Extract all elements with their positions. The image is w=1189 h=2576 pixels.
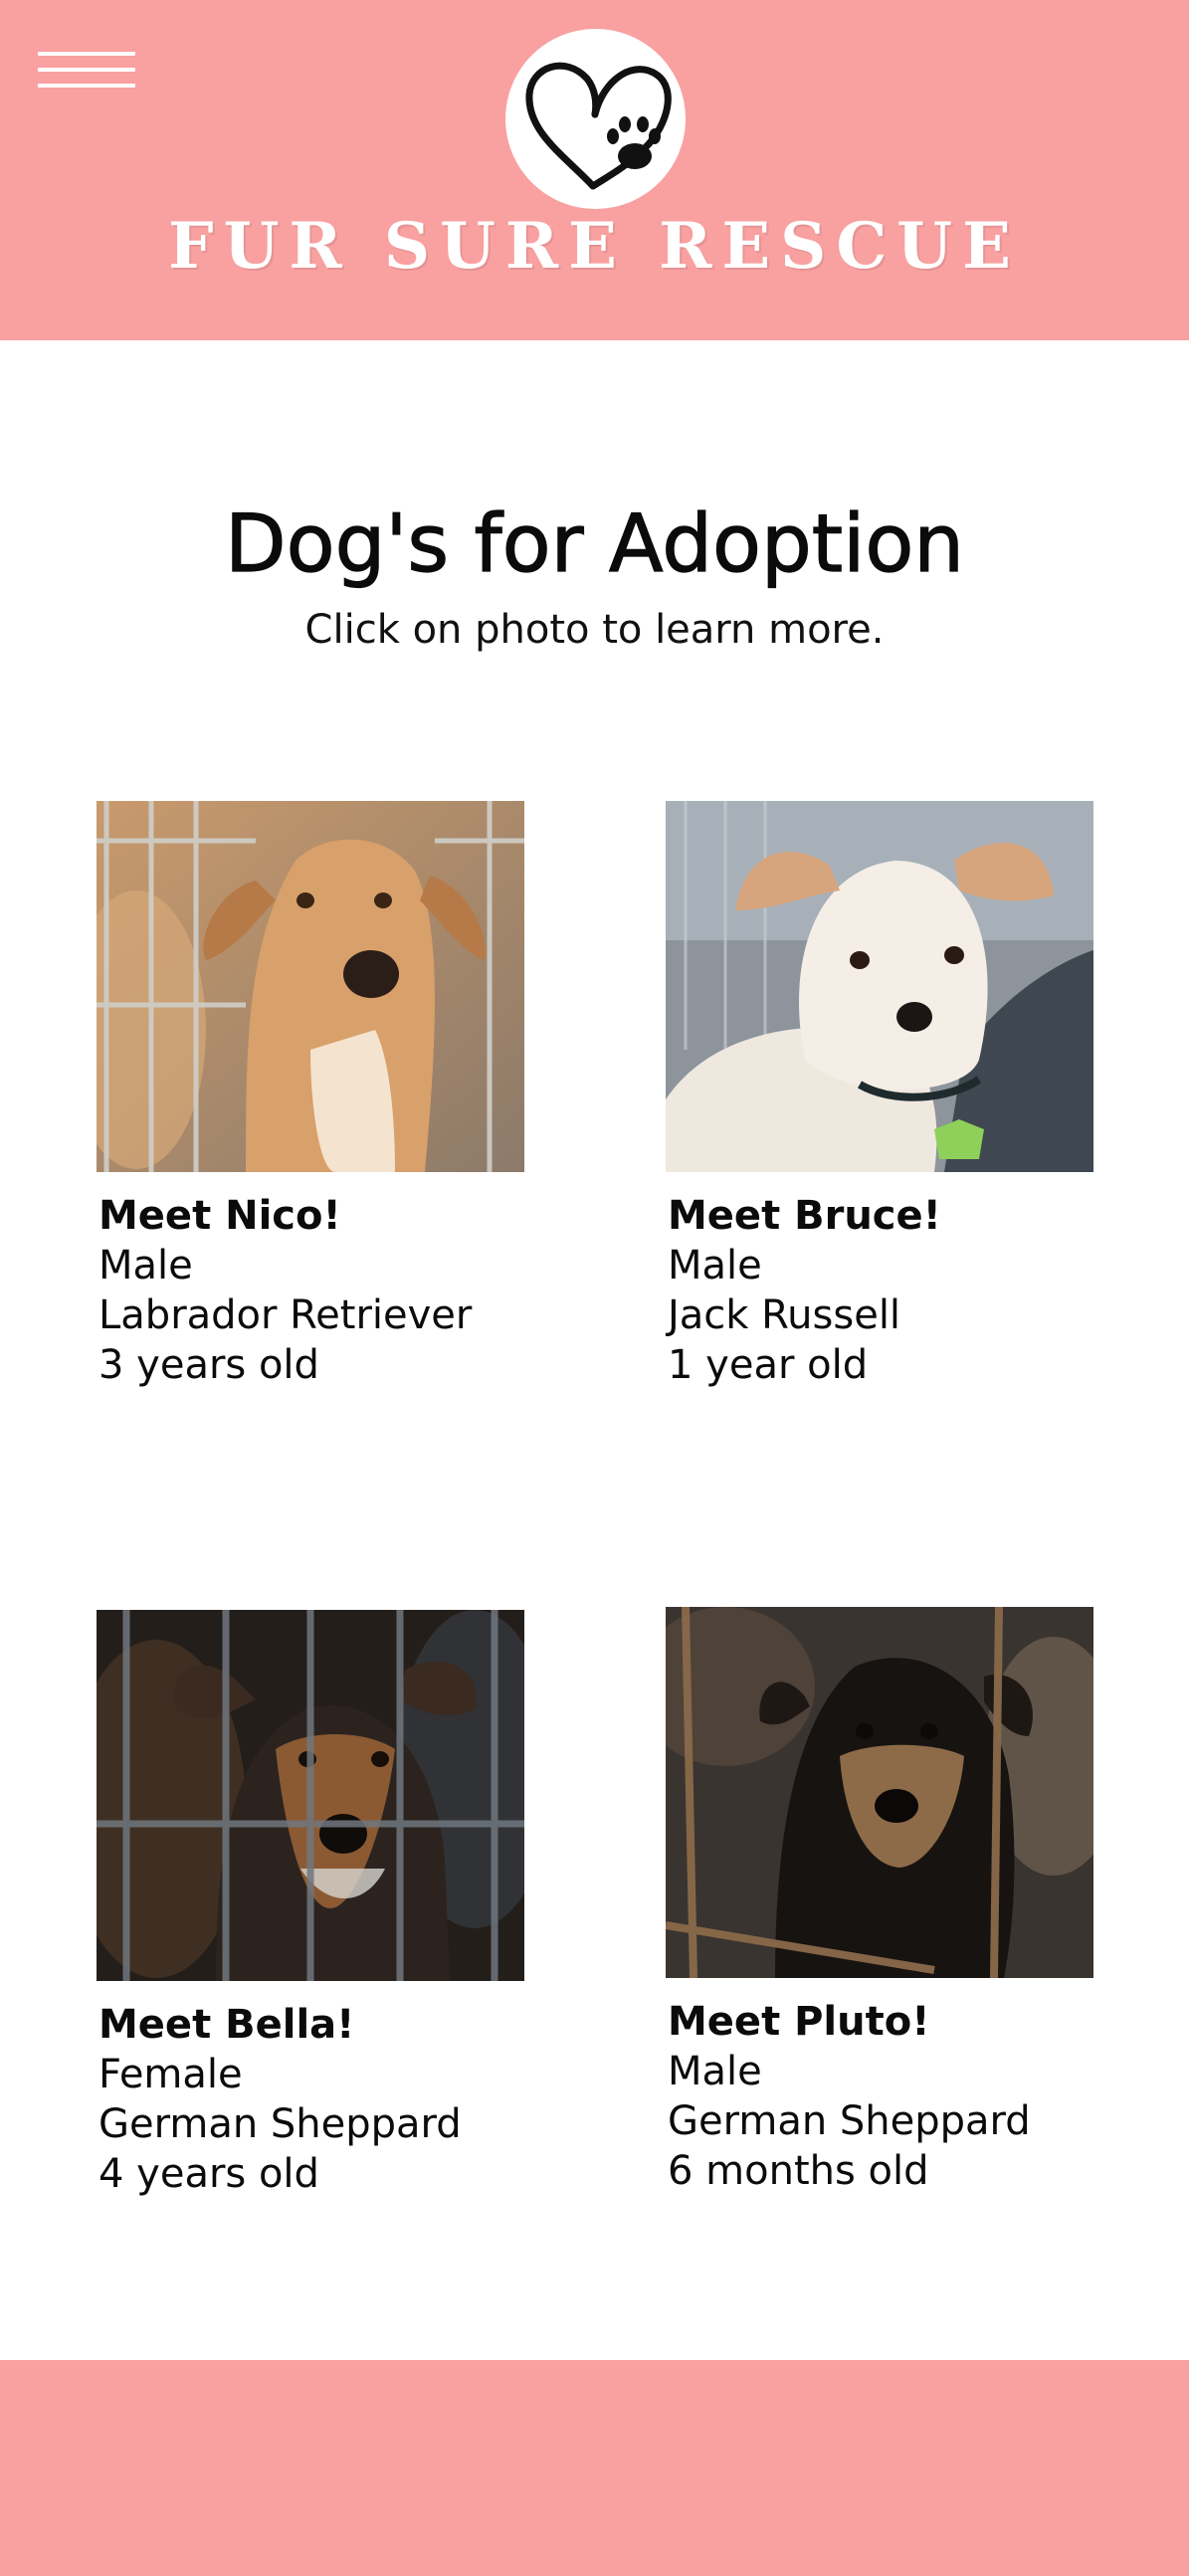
dog-age: 6 months old (668, 2148, 929, 2194)
dog-info-nico: Meet Nico! Male Labrador Retriever 3 yea… (99, 1191, 472, 1390)
dog-card-nico: Meet Nico! Male Labrador Retriever 3 yea… (97, 801, 524, 1398)
page-title: Dog's for Adoption (224, 496, 964, 590)
dog-photo-bruce[interactable] (666, 801, 1093, 1172)
dog-photo-pluto[interactable] (666, 1607, 1093, 1978)
dog-age: 4 years old (99, 2151, 319, 2197)
dog-sex: Male (668, 1243, 762, 1288)
dog-name: Meet Nico! (99, 1193, 341, 1239)
dog-breed: German Sheppard (668, 2098, 1031, 2144)
dog-breed: Jack Russell (668, 1292, 901, 1338)
dog-sex: Male (99, 1243, 193, 1288)
dog-sex: Male (668, 2049, 762, 2094)
dog-name: Meet Bella! (99, 2002, 355, 2048)
dog-photo-nico[interactable] (97, 801, 524, 1172)
site-header: FUR SURE RESCUE (0, 0, 1189, 340)
dog-info-bruce: Meet Bruce! Male Jack Russell 1 year old (668, 1191, 941, 1390)
dog-card-pluto: Meet Pluto! Male German Sheppard 6 month… (666, 1607, 1093, 2204)
dog-photo-bella[interactable] (97, 1610, 524, 1981)
dog-breed: German Sheppard (99, 2101, 462, 2147)
dog-card-bella: Meet Bella! Female German Sheppard 4 yea… (97, 1610, 524, 2207)
dog-name: Meet Pluto! (668, 1999, 930, 2045)
site-footer (0, 2360, 1189, 2576)
dog-sex: Female (99, 2052, 243, 2097)
page-subtitle: Click on photo to learn more. (304, 607, 885, 653)
heart-paw-logo-icon[interactable] (505, 29, 686, 209)
dog-age: 3 years old (99, 1342, 319, 1388)
dog-card-bruce: Meet Bruce! Male Jack Russell 1 year old (666, 801, 1093, 1398)
dog-breed: Labrador Retriever (99, 1292, 473, 1338)
dog-info-pluto: Meet Pluto! Male German Sheppard 6 month… (668, 1997, 1031, 2196)
dog-name: Meet Bruce! (668, 1193, 941, 1239)
dog-info-bella: Meet Bella! Female German Sheppard 4 yea… (99, 2000, 462, 2199)
hamburger-menu-icon[interactable] (38, 52, 135, 90)
brand-name: FUR SURE RESCUE (168, 209, 1021, 284)
dog-age: 1 year old (668, 1342, 869, 1388)
